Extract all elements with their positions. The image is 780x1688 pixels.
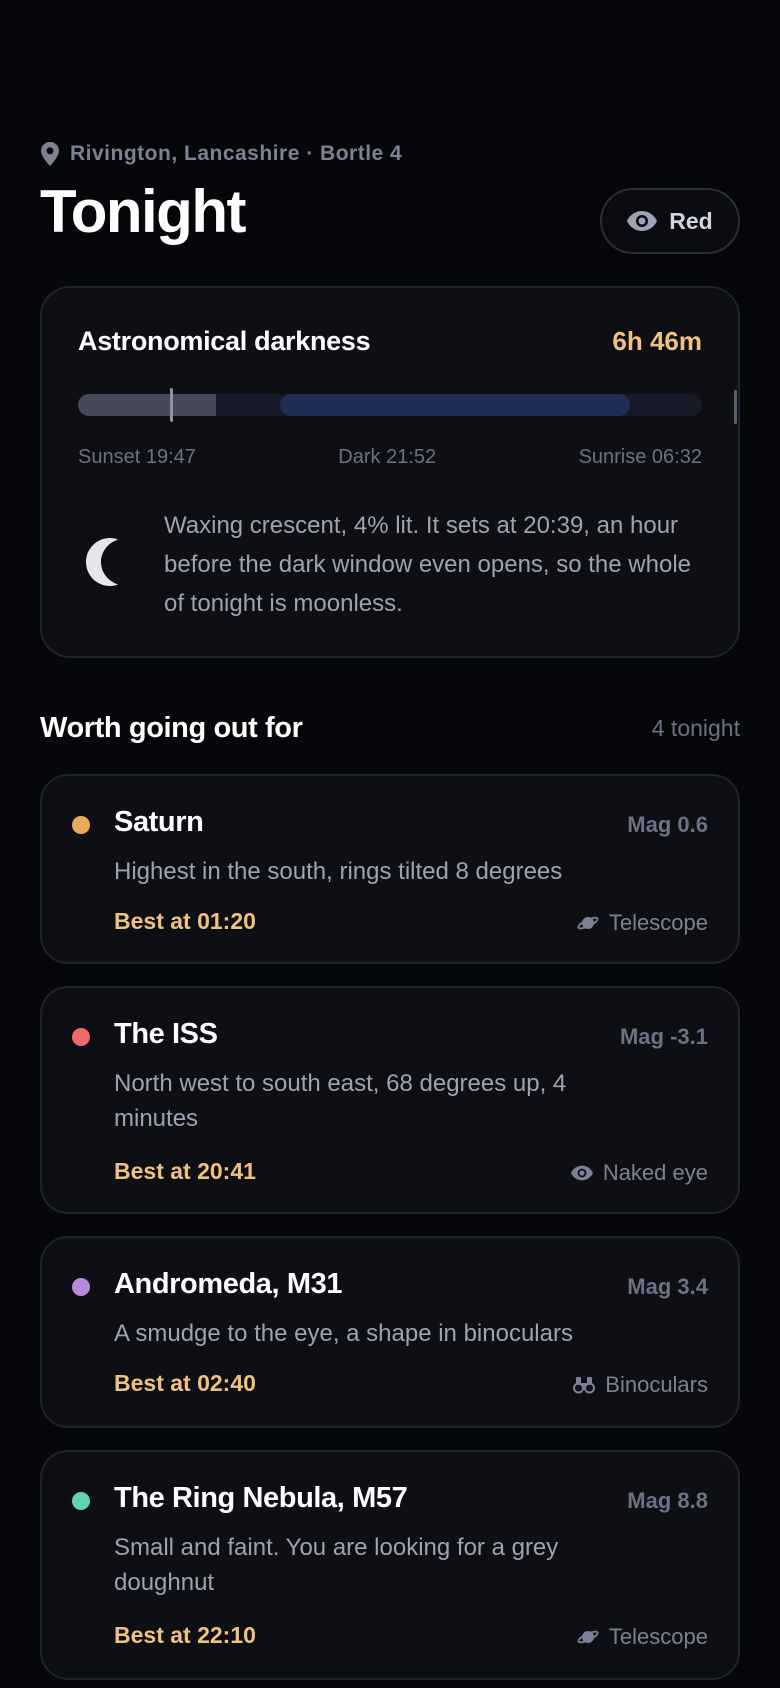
- object-description: Highest in the south, rings tilted 8 deg…: [114, 858, 563, 885]
- timeline-labels: Sunset 19:47 Dark 21:52 Sunrise 06:32: [78, 446, 702, 469]
- sunset-label: Sunset 19:47: [78, 446, 196, 468]
- object-magnitude: Mag -3.1: [619, 1024, 708, 1049]
- tonight-screen: Rivington, Lancashire · Bortle 4 Tonight…: [0, 0, 780, 1688]
- location-line[interactable]: Rivington, Lancashire · Bortle 4: [40, 142, 402, 166]
- object-color-dot: [72, 1492, 90, 1510]
- timeline-dusk-segment: [78, 394, 216, 416]
- binoculars-icon: [573, 1377, 596, 1394]
- object-best-time: Best at 01:20: [114, 908, 256, 934]
- timeline-dark-segment: [280, 394, 630, 416]
- object-card-iss[interactable]: The ISS Mag -3.1 North west to south eas…: [40, 986, 740, 1214]
- object-tool-label: Naked eye: [602, 1160, 708, 1185]
- eye-icon: [570, 1165, 593, 1181]
- object-best-time: Best at 22:10: [114, 1622, 256, 1648]
- section-header: Worth going out for 4 tonight: [40, 712, 740, 745]
- darkness-card: Astronomical darkness 6h 46m Sunset 19:4…: [40, 286, 740, 658]
- object-tool: Naked eye: [570, 1160, 708, 1186]
- object-description: Small and faint. You are looking for a g…: [114, 1534, 559, 1596]
- planet-icon: [577, 1630, 599, 1644]
- object-tool-label: Telescope: [608, 910, 708, 935]
- object-color-dot: [72, 816, 90, 834]
- object-tool: Binoculars: [573, 1372, 708, 1398]
- eye-icon: [627, 211, 658, 231]
- object-description: North west to south east, 68 degrees up,…: [114, 1070, 567, 1132]
- red-mode-button[interactable]: Red: [600, 188, 740, 254]
- object-magnitude: Mag 8.8: [627, 1488, 708, 1513]
- section-title: Worth going out for: [40, 712, 303, 744]
- object-magnitude: Mag 0.6: [627, 812, 708, 837]
- object-best-time: Best at 20:41: [114, 1158, 256, 1184]
- object-card-ring-nebula[interactable]: The Ring Nebula, M57 Mag 8.8 Small and f…: [40, 1450, 740, 1680]
- dark-label: Dark 21:52: [338, 446, 437, 468]
- object-description: A smudge to the eye, a shape in binocula…: [114, 1320, 573, 1347]
- darkness-title: Astronomical darkness: [78, 326, 371, 356]
- sunrise-label: Sunrise 06:32: [578, 446, 702, 468]
- planet-icon: [577, 916, 599, 930]
- moon-description: Waxing crescent, 4% lit. It sets at 20:3…: [164, 512, 692, 617]
- object-best-time: Best at 02:40: [114, 1370, 256, 1396]
- object-card-andromeda[interactable]: Andromeda, M31 Mag 3.4 A smudge to the e…: [40, 1236, 740, 1428]
- page-title: Tonight: [40, 178, 246, 245]
- darkness-timeline: [78, 388, 702, 422]
- location-pin-icon: [41, 142, 59, 166]
- object-name: Saturn: [114, 806, 204, 838]
- object-tool-label: Telescope: [608, 1624, 708, 1649]
- red-mode-label: Red: [669, 207, 713, 234]
- object-tool-label: Binoculars: [605, 1372, 708, 1397]
- object-tool: Telescope: [577, 910, 708, 936]
- darkness-duration: 6h 46m: [612, 326, 702, 356]
- object-name: Andromeda, M31: [114, 1268, 343, 1300]
- timeline-end-marker: [734, 390, 737, 424]
- object-magnitude: Mag 3.4: [627, 1274, 708, 1299]
- crescent-moon-icon: [86, 538, 118, 586]
- object-tool: Telescope: [577, 1624, 708, 1650]
- object-color-dot: [72, 1278, 90, 1296]
- object-color-dot: [72, 1028, 90, 1046]
- location-text: Rivington, Lancashire · Bortle 4: [70, 142, 403, 165]
- timeline-now-marker: [170, 388, 173, 422]
- object-card-saturn[interactable]: Saturn Mag 0.6 Highest in the south, rin…: [40, 774, 740, 964]
- object-name: The Ring Nebula, M57: [114, 1482, 408, 1514]
- section-count: 4 tonight: [651, 715, 740, 741]
- object-name: The ISS: [114, 1018, 218, 1050]
